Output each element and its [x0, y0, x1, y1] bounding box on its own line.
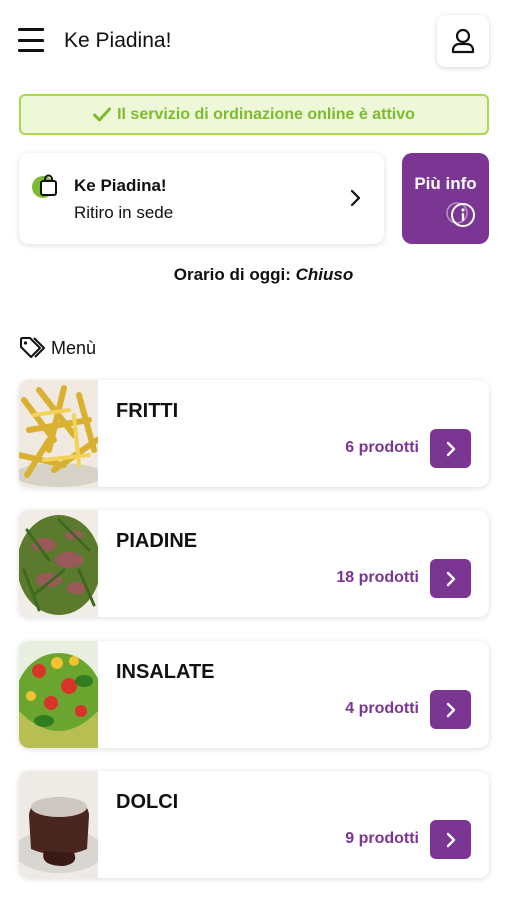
store-name: Ke Piadina! — [74, 176, 167, 195]
category-card-piadine[interactable]: PIADINE 18 prodotti — [19, 510, 489, 617]
menu-heading: Menù — [19, 335, 96, 361]
category-title: PIADINE — [116, 530, 198, 552]
category-title: INSALATE — [116, 661, 215, 683]
chevron-right-icon — [446, 441, 455, 456]
category-count: 4 prodotti — [345, 700, 419, 717]
salad-photo — [19, 641, 98, 748]
chevron-right-icon — [446, 702, 455, 717]
today-hours: Orario di oggi: Chiuso — [0, 265, 507, 285]
category-open-button[interactable] — [430, 559, 471, 598]
menu-heading-label: Menù — [51, 337, 97, 358]
hamburger-menu-icon[interactable] — [18, 28, 44, 52]
category-card-insalate[interactable]: INSALATE 4 prodotti — [19, 641, 489, 748]
check-icon — [93, 107, 112, 122]
category-card-dolci[interactable]: DOLCI 9 prodotti — [19, 771, 489, 878]
chevron-right-icon — [446, 571, 455, 586]
category-count: 9 prodotti — [345, 830, 419, 847]
more-info-button[interactable]: Più info — [402, 153, 489, 244]
hours-value: Chiuso — [295, 265, 354, 284]
shopping-bag-icon — [32, 174, 57, 198]
top-bar: Ke Piadina! — [0, 0, 507, 84]
category-open-button[interactable] — [430, 820, 471, 859]
app-title: Ke Piadina! — [64, 29, 172, 52]
category-count: 18 prodotti — [336, 569, 419, 586]
store-selector-card[interactable]: Ke Piadina! Ritiro in sede — [19, 153, 384, 244]
category-open-button[interactable] — [430, 690, 471, 729]
user-profile-icon — [451, 28, 475, 54]
more-info-label: Più info — [414, 174, 477, 193]
info-circle-icon — [446, 202, 475, 227]
chevron-right-icon — [446, 832, 455, 847]
piadina-filling-photo — [19, 510, 98, 617]
category-title: DOLCI — [116, 791, 179, 813]
hours-label: Orario di oggi: — [173, 265, 291, 284]
category-count: 6 prodotti — [345, 439, 419, 456]
user-profile-button[interactable] — [437, 15, 489, 67]
fries-photo — [19, 380, 98, 487]
pickup-mode: Ritiro in sede — [74, 203, 174, 222]
chocolate-cake-photo — [19, 771, 98, 878]
chevron-right-icon — [350, 189, 361, 207]
tag-icon — [20, 337, 45, 358]
category-open-button[interactable] — [430, 429, 471, 468]
ordering-status-banner: Il servizio di ordinazione online è atti… — [19, 94, 489, 135]
category-card-fritti[interactable]: FRITTI 6 prodotti — [19, 380, 489, 487]
category-title: FRITTI — [116, 400, 179, 422]
status-text: Il servizio di ordinazione online è atti… — [117, 105, 415, 123]
